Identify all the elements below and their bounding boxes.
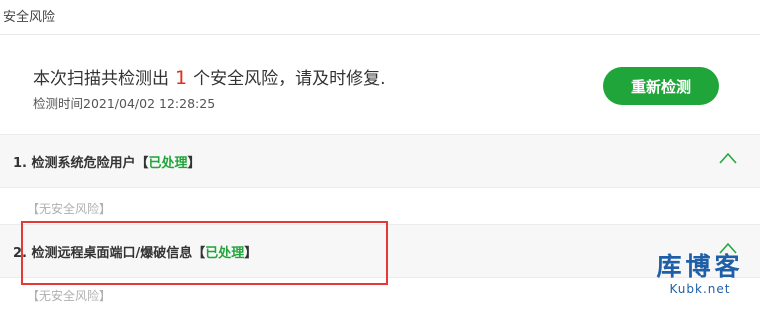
- section-body-dangerous-users: 【无安全风险】: [0, 188, 760, 225]
- status-badge: 已处理: [205, 246, 245, 261]
- section-note: 【无安全风险】: [27, 202, 112, 216]
- chevron-up-icon[interactable]: [719, 152, 737, 164]
- section-label: 1. 检测系统危险用户【已处理】: [13, 156, 201, 171]
- risk-count: 1: [175, 67, 188, 89]
- recheck-button[interactable]: 重新检测: [603, 67, 719, 105]
- section-header-rdp-port[interactable]: 2. 检测远程桌面端口/爆破信息【已处理】: [0, 224, 760, 278]
- detect-time: 检测时间2021/04/02 12:28:25: [33, 96, 216, 111]
- watermark-logo: 库博客 Kubk.net: [650, 252, 750, 296]
- summary-text-after: 个安全风险，请及时修复.: [193, 69, 386, 89]
- watermark-title: 库博客: [656, 252, 744, 281]
- status-badge: 已处理: [148, 156, 188, 171]
- window-title-bar: 安全风险: [0, 0, 760, 35]
- section-label: 2. 检测远程桌面端口/爆破信息【已处理】: [13, 246, 258, 261]
- scan-summary-headline: 本次扫描共检测出 1 个安全风险，请及时修复.: [33, 64, 386, 89]
- scan-summary: 本次扫描共检测出 1 个安全风险，请及时修复. 检测时间2021/04/02 12:…: [0, 35, 760, 134]
- section-body-rdp-port: 【无安全风险】: [0, 278, 760, 315]
- section-note: 【无安全风险】: [27, 289, 112, 303]
- section-header-dangerous-users[interactable]: 1. 检测系统危险用户【已处理】: [0, 134, 760, 188]
- page-title: 安全风险: [3, 10, 56, 25]
- watermark-subtitle: Kubk.net: [669, 282, 731, 296]
- summary-text-before: 本次扫描共检测出: [33, 69, 169, 89]
